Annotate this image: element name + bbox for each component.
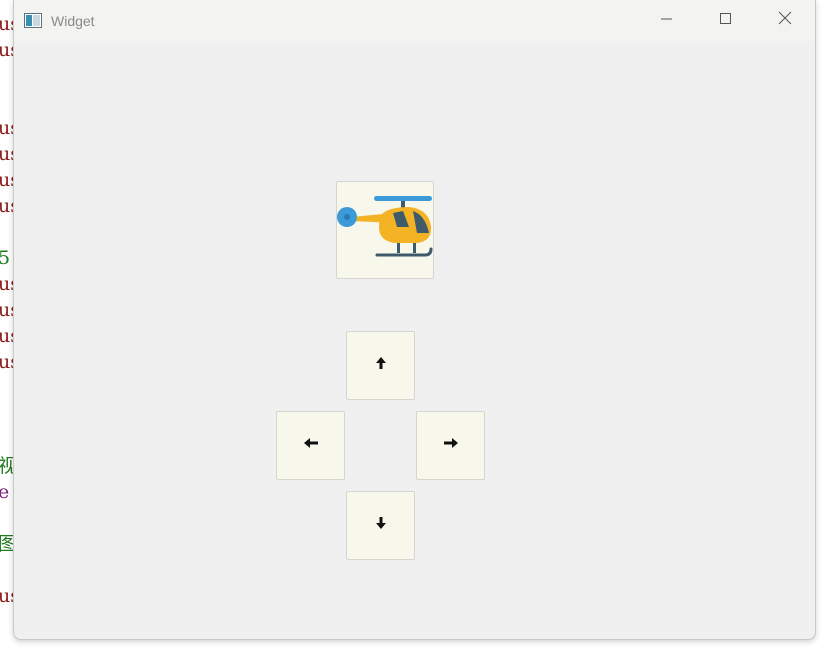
- window-title: Widget: [51, 13, 95, 29]
- arrow-left-icon: [303, 436, 319, 455]
- move-right-button[interactable]: [416, 411, 485, 480]
- minimize-icon: [661, 12, 673, 30]
- background-code-line: e: [0, 481, 10, 503]
- maximize-icon: [720, 12, 732, 30]
- minimize-button[interactable]: [638, 0, 696, 41]
- move-up-button[interactable]: [346, 331, 415, 400]
- app-window-icon: [24, 13, 42, 28]
- arrow-up-icon: [374, 356, 388, 375]
- background-code-line: 5: [0, 247, 11, 269]
- helicopter-image-button[interactable]: [336, 181, 434, 279]
- title-bar[interactable]: Widget: [14, 0, 815, 41]
- close-button[interactable]: [756, 0, 814, 41]
- move-down-button[interactable]: [346, 491, 415, 560]
- arrow-down-icon: [374, 516, 388, 535]
- move-left-button[interactable]: [276, 411, 345, 480]
- close-icon: [778, 11, 792, 30]
- maximize-button[interactable]: [697, 0, 755, 41]
- arrow-right-icon: [443, 436, 459, 455]
- widget-window: Widget: [13, 0, 816, 640]
- helicopter-icon: [337, 183, 433, 278]
